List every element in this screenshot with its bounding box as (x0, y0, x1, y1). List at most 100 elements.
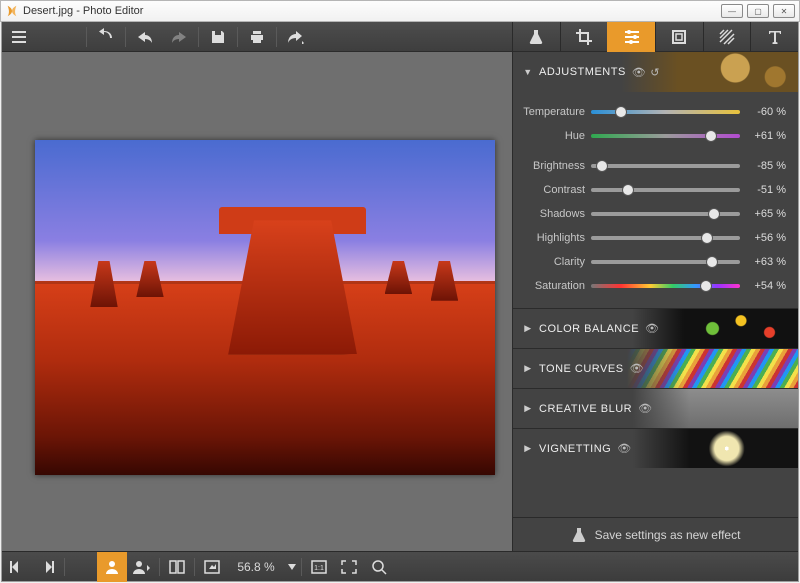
section-label: TONE CURVES (539, 363, 624, 375)
eye-icon[interactable]: 👁 (617, 442, 631, 455)
save-button[interactable] (201, 22, 235, 52)
section-label: CREATIVE BLUR (539, 403, 632, 415)
prev-image-button[interactable] (2, 552, 32, 582)
section-tone-curves[interactable]: ▶ TONE CURVES 👁 (513, 348, 798, 388)
section-label: VIGNETTING (539, 443, 611, 455)
magnifier-icon (371, 559, 387, 575)
app-body: ▼ ADJUSTMENTS 👁 ↺ Temperature -60 % Hue … (1, 22, 799, 582)
next-icon (40, 561, 54, 573)
split-icon (169, 560, 185, 574)
eye-icon[interactable]: 👁 (632, 66, 646, 79)
undo-button[interactable] (89, 22, 123, 52)
window-title: Desert.jpg - Photo Editor (23, 5, 143, 17)
person-single-icon (104, 560, 120, 574)
slider-value: +54 % (740, 280, 786, 292)
eye-icon[interactable]: 👁 (630, 362, 644, 375)
caret-right-icon: ▶ (523, 323, 533, 334)
slider-track-contrast[interactable] (591, 188, 740, 192)
save-as-effect-button[interactable]: Save settings as new effect (513, 517, 798, 551)
tab-adjust[interactable] (607, 22, 655, 52)
navigator-button[interactable] (364, 552, 394, 582)
window-minimize-button[interactable]: — (721, 4, 743, 18)
top-toolbar (2, 22, 798, 52)
tab-crop[interactable] (560, 22, 608, 52)
section-adjustments[interactable]: ▼ ADJUSTMENTS 👁 ↺ (513, 52, 798, 92)
share-button[interactable] (279, 22, 313, 52)
slider-track-highlights[interactable] (591, 236, 740, 240)
prev-icon (10, 561, 24, 573)
zoom-actual-button[interactable]: 1:1 (304, 552, 334, 582)
slider-brightness: Brightness -85 % (521, 154, 786, 178)
tab-texture[interactable] (703, 22, 751, 52)
slider-temperature: Temperature -60 % (521, 100, 786, 124)
text-icon (766, 28, 784, 46)
slider-track-temperature[interactable] (591, 110, 740, 114)
history-forward-button[interactable] (162, 22, 196, 52)
compare-split-button[interactable] (162, 552, 192, 582)
slider-clarity: Clarity +63 % (521, 250, 786, 274)
slider-value: -60 % (740, 106, 786, 118)
flask-save-icon (571, 527, 587, 543)
slider-track-hue[interactable] (591, 134, 740, 138)
slider-highlights: Highlights +56 % (521, 226, 786, 250)
slider-value: +56 % (740, 232, 786, 244)
right-panel: ▼ ADJUSTMENTS 👁 ↺ Temperature -60 % Hue … (512, 52, 798, 551)
eye-icon[interactable]: 👁 (645, 322, 659, 335)
slider-track-saturation[interactable] (591, 284, 740, 288)
slider-value: -51 % (740, 184, 786, 196)
slider-track-shadows[interactable] (591, 212, 740, 216)
reset-icon[interactable]: ↺ (650, 66, 660, 79)
save-as-effect-label: Save settings as new effect (595, 528, 741, 542)
next-image-button[interactable] (32, 552, 62, 582)
sliders-icon (623, 28, 641, 46)
canvas-area[interactable] (2, 52, 512, 551)
hamburger-menu-button[interactable] (2, 22, 36, 52)
slider-value: -85 % (740, 160, 786, 172)
window-close-button[interactable]: ✕ (773, 4, 795, 18)
caret-right-icon: ▶ (523, 403, 533, 414)
texture-icon (718, 28, 736, 46)
slider-hue: Hue +61 % (521, 124, 786, 148)
frame-icon (670, 28, 688, 46)
main-area: ▼ ADJUSTMENTS 👁 ↺ Temperature -60 % Hue … (2, 52, 798, 551)
zoom-dropdown-button[interactable] (285, 552, 299, 582)
crop-icon (575, 28, 593, 46)
caret-right-icon: ▶ (523, 363, 533, 374)
app-logo-icon (5, 4, 19, 18)
print-button[interactable] (240, 22, 274, 52)
slider-track-clarity[interactable] (591, 260, 740, 264)
adjustments-sliders: Temperature -60 % Hue +61 % Brightness -… (513, 92, 798, 308)
view-single-button[interactable] (97, 552, 127, 582)
view-batch-button[interactable] (127, 552, 157, 582)
slider-contrast: Contrast -51 % (521, 178, 786, 202)
eye-icon[interactable]: 👁 (638, 402, 652, 415)
section-creative-blur[interactable]: ▶ CREATIVE BLUR 👁 (513, 388, 798, 428)
slider-value: +65 % (740, 208, 786, 220)
zoom-level: 56.8 % (233, 560, 279, 574)
flask-icon (527, 28, 545, 46)
slider-shadows: Shadows +65 % (521, 202, 786, 226)
tab-preset[interactable] (655, 22, 703, 52)
history-back-button[interactable] (128, 22, 162, 52)
section-color-balance[interactable]: ▶ COLOR BALANCE 👁 (513, 308, 798, 348)
zoom-fit-button[interactable] (334, 552, 364, 582)
arrow-back-icon (137, 30, 153, 44)
caret-down-icon: ▼ (523, 67, 533, 77)
titlebar: Desert.jpg - Photo Editor — ▢ ✕ (0, 0, 800, 22)
slider-value: +61 % (740, 130, 786, 142)
share-icon (287, 30, 305, 44)
tab-text[interactable] (750, 22, 798, 52)
fit-window-icon (341, 560, 357, 574)
section-label: COLOR BALANCE (539, 323, 639, 335)
save-icon (210, 29, 226, 45)
tab-effects[interactable] (512, 22, 560, 52)
window-maximize-button[interactable]: ▢ (747, 4, 769, 18)
fit-screen-button[interactable] (197, 552, 227, 582)
undo-icon (97, 28, 115, 46)
slider-track-brightness[interactable] (591, 164, 740, 168)
section-vignetting[interactable]: ▶ VIGNETTING 👁 (513, 428, 798, 468)
fit-icon (204, 560, 220, 574)
chevron-down-icon (288, 564, 296, 570)
print-icon (249, 29, 265, 45)
svg-text:1:1: 1:1 (314, 565, 324, 572)
